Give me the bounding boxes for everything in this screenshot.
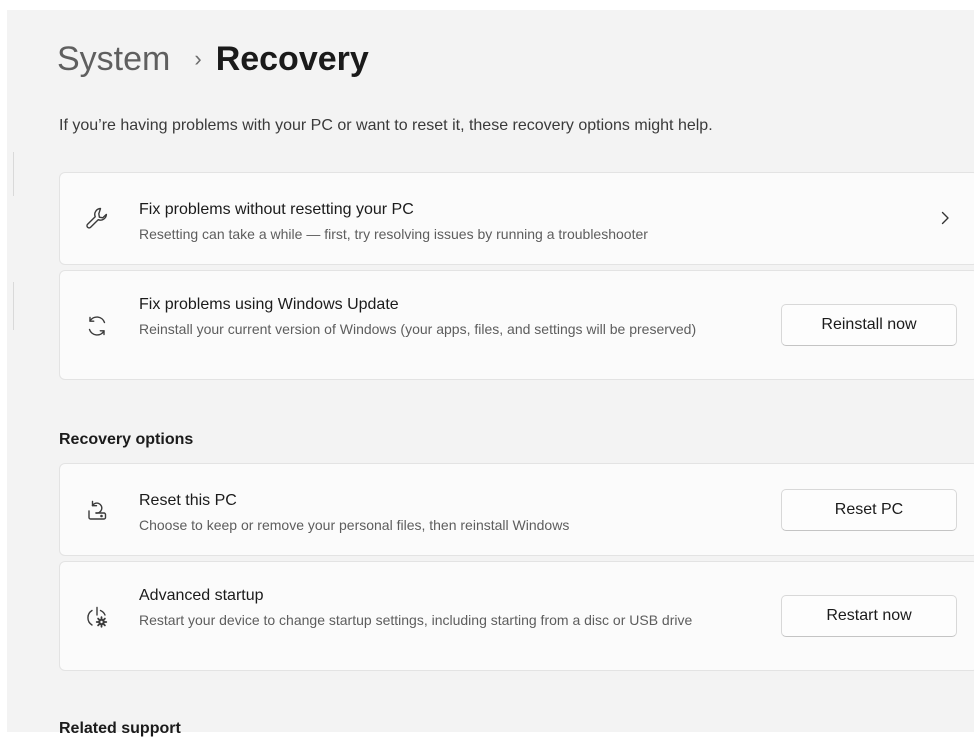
page-title: Recovery xyxy=(215,40,369,78)
fix-without-reset-title: Fix problems without resetting your PC xyxy=(139,201,414,218)
sync-icon xyxy=(84,313,110,339)
nav-pane-edge xyxy=(7,152,14,196)
page-description: If you’re having problems with your PC o… xyxy=(59,117,713,134)
advanced-startup-card: Advanced startup Restart your device to … xyxy=(59,561,974,671)
reset-pc-title: Reset this PC xyxy=(139,492,237,509)
reset-pc-icon xyxy=(84,497,110,523)
advanced-startup-title: Advanced startup xyxy=(139,587,264,604)
breadcrumb: System › Recovery xyxy=(57,40,369,79)
breadcrumb-system[interactable]: System xyxy=(57,40,170,79)
nav-pane-edge xyxy=(7,282,14,330)
windows-update-card: Fix problems using Windows Update Reinst… xyxy=(59,270,974,380)
settings-window: System › Recovery If you’re having probl… xyxy=(7,10,974,737)
reinstall-now-button[interactable]: Reinstall now xyxy=(781,304,957,346)
fix-without-reset-description: Resetting can take a while — first, try … xyxy=(139,226,648,242)
advanced-startup-icon xyxy=(84,604,110,630)
recovery-options-heading: Recovery options xyxy=(59,431,194,448)
breadcrumb-separator: › xyxy=(194,46,202,71)
reset-pc-button[interactable]: Reset PC xyxy=(781,489,957,531)
windows-update-title: Fix problems using Windows Update xyxy=(139,296,399,313)
windows-update-description: Reinstall your current version of Window… xyxy=(139,321,697,337)
reset-pc-description: Choose to keep or remove your personal f… xyxy=(139,517,570,533)
restart-now-button[interactable]: Restart now xyxy=(781,595,957,637)
wrench-icon xyxy=(84,205,110,231)
fix-without-reset-card[interactable]: Fix problems without resetting your PC R… xyxy=(59,172,974,265)
advanced-startup-description: Restart your device to change startup se… xyxy=(139,612,693,628)
chevron-right-icon[interactable] xyxy=(938,209,952,227)
related-support-heading: Related support xyxy=(59,720,181,737)
reset-pc-card: Reset this PC Choose to keep or remove y… xyxy=(59,463,974,556)
